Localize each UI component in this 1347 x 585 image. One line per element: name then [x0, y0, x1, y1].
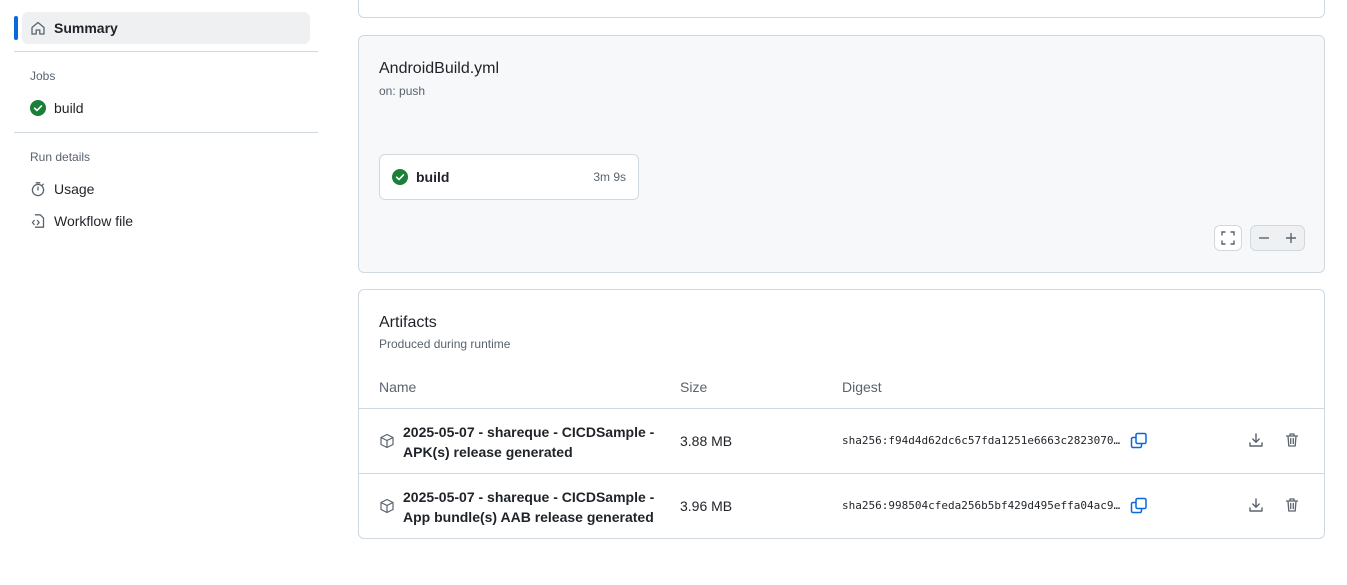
artifacts-subtitle: Produced during runtime — [379, 337, 511, 351]
artifact-digest: sha256:998504cfeda256b5bf429d495effa04ac… — [842, 499, 1121, 512]
column-header-name: Name — [379, 379, 417, 395]
zoom-out-button[interactable] — [1250, 225, 1278, 251]
plus-icon — [1285, 232, 1297, 244]
workflow-trigger: on: push — [379, 84, 426, 98]
sidebar-item-label: Summary — [54, 20, 118, 36]
artifact-digest: sha256:f94d4d62dc6c57fda1251e6663c282307… — [842, 434, 1121, 447]
job-duration: 3m 9s — [593, 170, 626, 184]
fullscreen-icon — [1221, 231, 1235, 245]
artifact-size: 3.88 MB — [680, 433, 733, 449]
column-header-digest: Digest — [842, 379, 882, 395]
fullscreen-button[interactable] — [1214, 225, 1242, 251]
column-header-size: Size — [680, 379, 708, 395]
check-circle-icon — [392, 169, 408, 185]
sidebar-item-label: Workflow file — [54, 213, 134, 229]
download-icon[interactable] — [1248, 432, 1264, 453]
sidebar-item-usage[interactable]: Usage — [22, 173, 310, 205]
sidebar-item-build[interactable]: build — [22, 92, 310, 124]
minus-icon — [1258, 232, 1270, 244]
summary-card — [358, 0, 1325, 18]
divider — [14, 51, 318, 52]
trash-icon[interactable] — [1284, 497, 1300, 518]
artifact-name-link[interactable]: 2025-05-07 - shareque - CICDSample - App… — [403, 487, 663, 527]
divider — [14, 132, 318, 133]
download-icon[interactable] — [1248, 497, 1264, 518]
home-icon — [30, 20, 46, 36]
sidebar-item-label: build — [54, 100, 84, 116]
sidebar-item-label: Usage — [54, 181, 95, 197]
job-name: build — [416, 169, 450, 185]
file-code-icon — [30, 213, 46, 229]
job-node-build[interactable]: build 3m 9s — [379, 154, 639, 200]
artifact-size: 3.96 MB — [680, 498, 733, 514]
zoom-in-button[interactable] — [1277, 225, 1305, 251]
sidebar-item-summary[interactable]: Summary — [22, 12, 310, 44]
sidebar: Summary Jobs build Run details Usage Wor… — [0, 0, 330, 585]
artifact-name-link[interactable]: 2025-05-07 - shareque - CICDSample - APK… — [403, 422, 663, 462]
trash-icon[interactable] — [1284, 432, 1300, 453]
package-icon — [379, 498, 395, 519]
active-indicator — [14, 16, 18, 40]
jobs-heading: Jobs — [30, 69, 56, 83]
workflow-graph-card: AndroidBuild.yml on: push build 3m 9s — [358, 35, 1325, 273]
artifacts-title: Artifacts — [379, 314, 437, 331]
check-circle-icon — [30, 100, 46, 116]
run-details-heading: Run details — [30, 150, 91, 164]
stopwatch-icon — [30, 181, 46, 197]
copy-icon[interactable] — [1130, 432, 1148, 455]
copy-icon[interactable] — [1130, 497, 1148, 520]
sidebar-item-workflow-file[interactable]: Workflow file — [22, 205, 310, 237]
workflow-file-name: AndroidBuild.yml — [379, 60, 500, 77]
package-icon — [379, 433, 395, 454]
artifacts-card: Artifacts Produced during runtime Name S… — [358, 289, 1325, 539]
table-row: 2025-05-07 - shareque - CICDSample - App… — [359, 473, 1324, 538]
table-row: 2025-05-07 - shareque - CICDSample - APK… — [359, 408, 1324, 473]
